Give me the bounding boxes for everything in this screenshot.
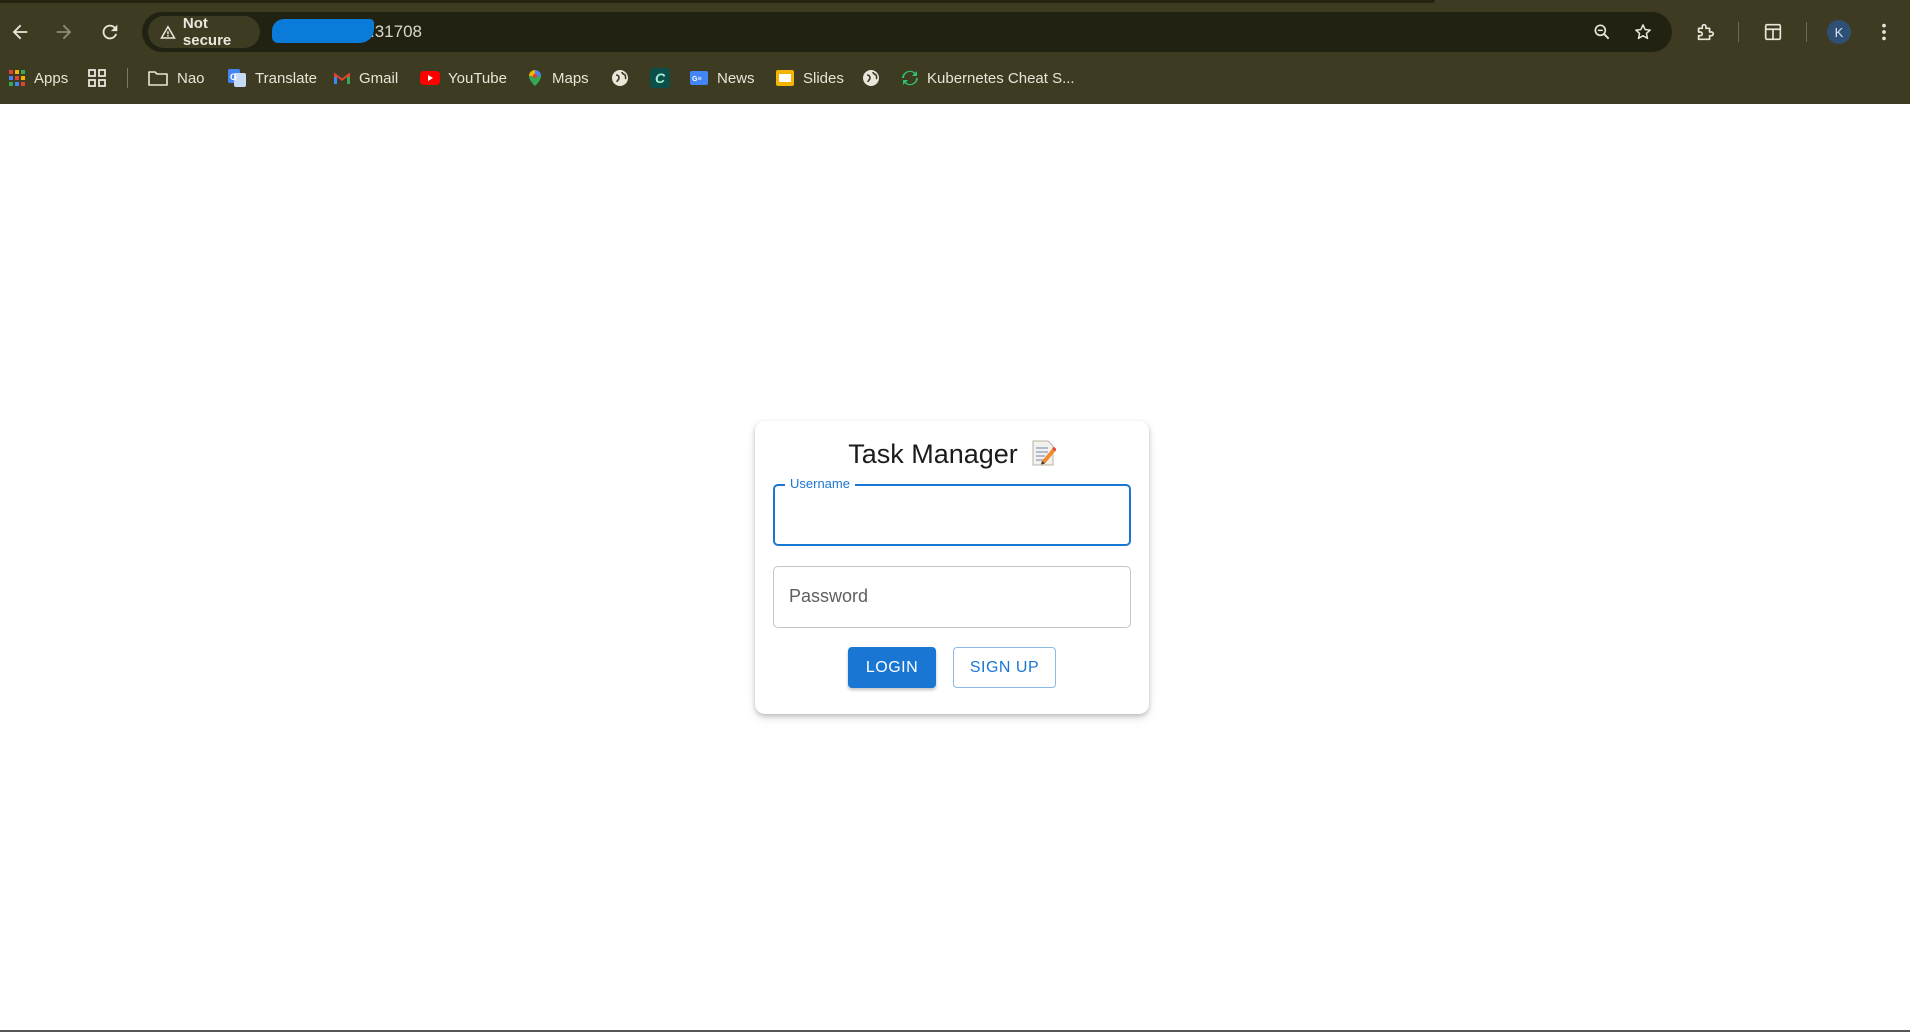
reload-icon <box>102 24 118 40</box>
bookmark-folder-nao[interactable]: Nao <box>147 64 205 92</box>
star-icon <box>1635 24 1651 40</box>
globe-icon[interactable] <box>860 67 882 89</box>
bookmark-kubernetes[interactable]: Kubernetes Cheat S... <box>901 64 1075 92</box>
memo-icon <box>1032 440 1056 466</box>
bookmark-label: News <box>717 69 755 87</box>
youtube-icon <box>420 71 440 85</box>
app-title: Task Manager <box>848 439 1018 469</box>
menu-button[interactable] <box>1866 14 1902 50</box>
tab-strip <box>0 0 1435 3</box>
zoom-icon <box>1594 24 1610 40</box>
extensions-button[interactable] <box>1687 14 1723 50</box>
bookmark-youtube[interactable]: YouTube <box>420 64 507 92</box>
address-bar[interactable]: Not secure :31708 <box>142 12 1672 52</box>
forward-button[interactable] <box>46 14 82 50</box>
login-button[interactable]: LOGIN <box>848 647 936 688</box>
forward-arrow-icon <box>56 24 72 40</box>
kubernetes-icon <box>902 70 918 86</box>
bookmark-label: Maps <box>552 69 589 87</box>
globe-icon[interactable] <box>609 67 631 89</box>
password-input[interactable] <box>774 567 1130 627</box>
toolbar-divider <box>1806 22 1807 42</box>
folder-icon <box>148 71 168 86</box>
bookmark-label: Nao <box>177 69 205 87</box>
cursor-app-icon[interactable]: C <box>649 67 671 89</box>
bookmark-maps[interactable]: Maps <box>526 64 589 92</box>
security-chip[interactable]: Not secure <box>148 15 260 49</box>
svg-text:G≡: G≡ <box>692 76 702 83</box>
translate-icon: G <box>228 69 246 87</box>
bookmark-translate[interactable]: G Translate <box>227 64 317 92</box>
warning-icon <box>160 25 176 39</box>
side-panel-button[interactable] <box>1755 14 1791 50</box>
username-input[interactable] <box>775 486 1129 544</box>
bookmark-label: Slides <box>803 69 844 87</box>
tab-groups-icon[interactable] <box>86 67 108 89</box>
back-arrow-icon <box>12 24 28 40</box>
puzzle-icon <box>1697 23 1715 41</box>
bookmark-star-button[interactable] <box>1629 18 1657 46</box>
bookmark-apps[interactable]: Apps <box>8 64 68 92</box>
toolbar-divider <box>1738 22 1739 42</box>
url-port: :31708 <box>370 22 422 41</box>
back-button[interactable] <box>2 14 38 50</box>
bookmark-label: YouTube <box>448 69 507 87</box>
reload-button[interactable] <box>92 14 128 50</box>
username-field[interactable]: Username <box>773 476 1131 546</box>
password-field[interactable]: Password <box>773 566 1131 628</box>
security-label: Not secure <box>182 15 232 49</box>
gmail-icon <box>333 72 351 84</box>
bookmark-label: Apps <box>34 69 69 87</box>
bookmark-slides[interactable]: Slides <box>775 64 844 92</box>
url-redaction <box>272 18 374 43</box>
signup-button[interactable]: SIGN UP <box>953 647 1056 688</box>
bookmark-label: Gmail <box>359 69 399 87</box>
maps-icon <box>529 70 541 86</box>
zoom-button[interactable] <box>1588 18 1616 46</box>
slides-icon <box>776 70 794 86</box>
svg-text:C: C <box>655 70 666 86</box>
bookmark-label: Kubernetes Cheat S... <box>927 69 1075 87</box>
bookmark-label: Translate <box>255 69 317 87</box>
news-icon: G≡ <box>690 71 708 85</box>
profile-avatar[interactable]: K <box>1827 20 1851 44</box>
browser-toolbar: Not secure :31708 K Apps Nao G Translate… <box>0 0 1910 104</box>
apps-grid-icon <box>9 70 25 86</box>
url-text[interactable]: :31708 <box>272 12 422 52</box>
bookmark-gmail[interactable]: Gmail <box>333 64 398 92</box>
side-panel-icon <box>1764 23 1782 41</box>
bookmark-divider <box>127 68 128 88</box>
page-title: Task Manager <box>755 439 1149 470</box>
svg-text:G: G <box>230 72 237 82</box>
login-card: Task Manager Username Password LOGIN SIG… <box>755 421 1149 714</box>
kebab-menu-icon <box>1882 23 1886 41</box>
bookmark-news[interactable]: G≡ News <box>689 64 755 92</box>
